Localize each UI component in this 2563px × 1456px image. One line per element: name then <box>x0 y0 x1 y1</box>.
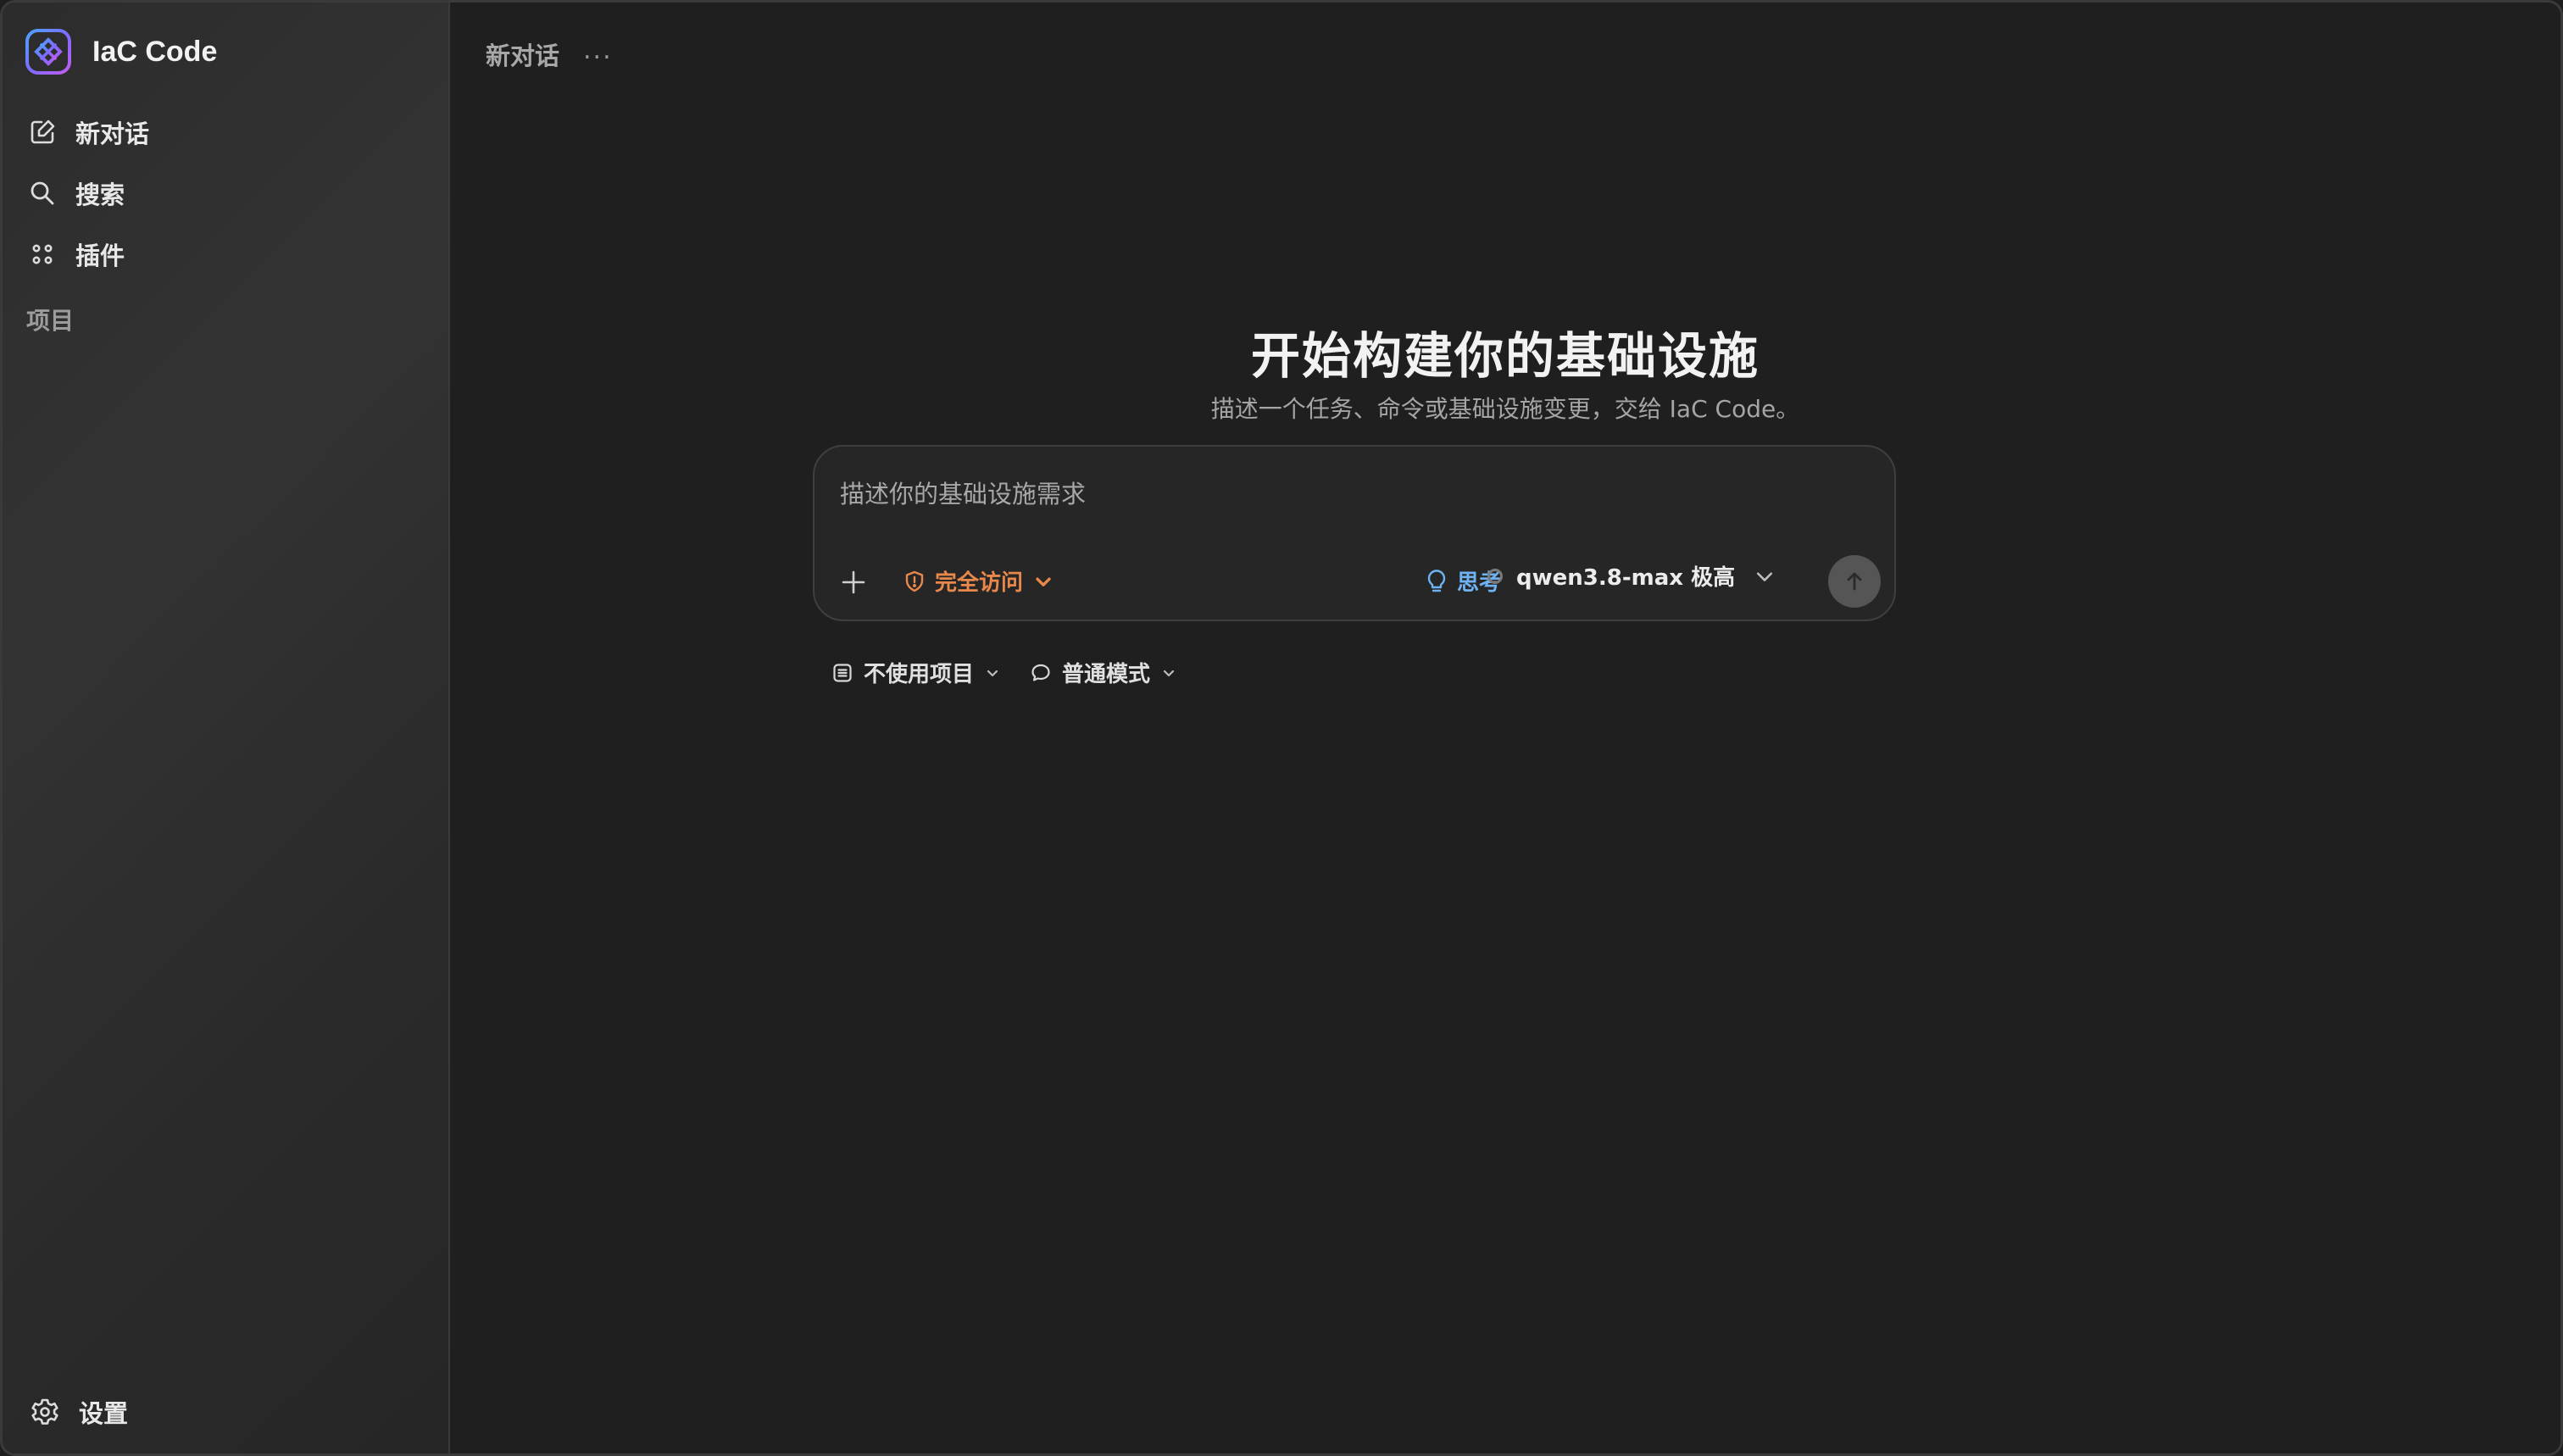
prompt-input[interactable] <box>838 472 1774 516</box>
settings-button[interactable]: 设置 <box>30 1394 128 1430</box>
sidebar-item-label: 插件 <box>75 242 125 270</box>
lightbulb-icon <box>1427 569 1446 592</box>
model-selector[interactable]: qwen3.8-max 极高 <box>1487 560 1776 592</box>
composer: 完全访问 思考 qwen3.8-max 极高 <box>813 445 1896 621</box>
search-icon <box>31 181 54 205</box>
access-mode-label: 完全访问 <box>935 570 1024 596</box>
sidebar-item-label: 新对话 <box>75 119 150 148</box>
shield-icon <box>905 570 924 592</box>
access-mode-dropdown[interactable]: 完全访问 <box>903 565 1055 597</box>
brand-name: IaC Code <box>92 35 218 68</box>
sidebar-item-label: 搜索 <box>75 181 125 209</box>
topbar: 新对话 ... <box>486 36 613 72</box>
model-label: qwen3.8-max 极高 <box>1516 565 1736 591</box>
conversation-title: 新对话 <box>486 42 560 70</box>
chevron-down-icon <box>1163 670 1175 676</box>
sidebar-item-new-chat[interactable]: 新对话 <box>28 114 149 150</box>
project-label: 不使用项目 <box>864 662 975 687</box>
arrow-up-icon <box>1847 572 1862 591</box>
mode-label: 普通模式 <box>1062 662 1151 687</box>
project-selector[interactable]: 不使用项目 <box>831 657 1001 688</box>
iac-code-logo-icon <box>25 29 71 75</box>
mode-selector[interactable]: 普通模式 <box>1030 657 1177 688</box>
sidebar: IaC Code 新对话 搜索 插件 项目 设置 <box>3 3 450 1453</box>
main-panel: 新对话 ... 开始构建你的基础设施 描述一个任务、命令或基础设施变更，交给 I… <box>450 3 2560 1453</box>
add-attachment-button[interactable] <box>837 565 870 599</box>
sidebar-item-search[interactable]: 搜索 <box>28 175 125 211</box>
composer-options: 不使用项目 普通模式 <box>831 657 1177 688</box>
plugins-icon <box>32 244 53 264</box>
send-button[interactable] <box>1828 555 1881 608</box>
projects-section-label: 项目 <box>26 307 75 335</box>
chevron-down-icon <box>1036 577 1051 586</box>
more-options-button[interactable]: ... <box>583 36 613 65</box>
page-subtitle: 描述一个任务、命令或基础设施变更，交给 IaC Code。 <box>1210 395 1800 423</box>
chevron-down-icon <box>987 670 998 676</box>
settings-label: 设置 <box>79 1399 129 1428</box>
project-icon <box>833 663 852 682</box>
chevron-down-icon <box>1756 571 1773 581</box>
model-status-icon <box>1487 568 1503 584</box>
app-window: IaC Code 新对话 搜索 插件 项目 设置 新对话 ... 开始构建你的基… <box>0 0 2563 1456</box>
gear-icon <box>31 1398 58 1425</box>
page-title: 开始构建你的基础设施 <box>1250 327 1760 385</box>
sidebar-item-plugins[interactable]: 插件 <box>28 236 125 272</box>
new-chat-icon <box>31 119 55 144</box>
brand: IaC Code <box>25 28 217 75</box>
chat-bubble-icon <box>1031 664 1050 681</box>
